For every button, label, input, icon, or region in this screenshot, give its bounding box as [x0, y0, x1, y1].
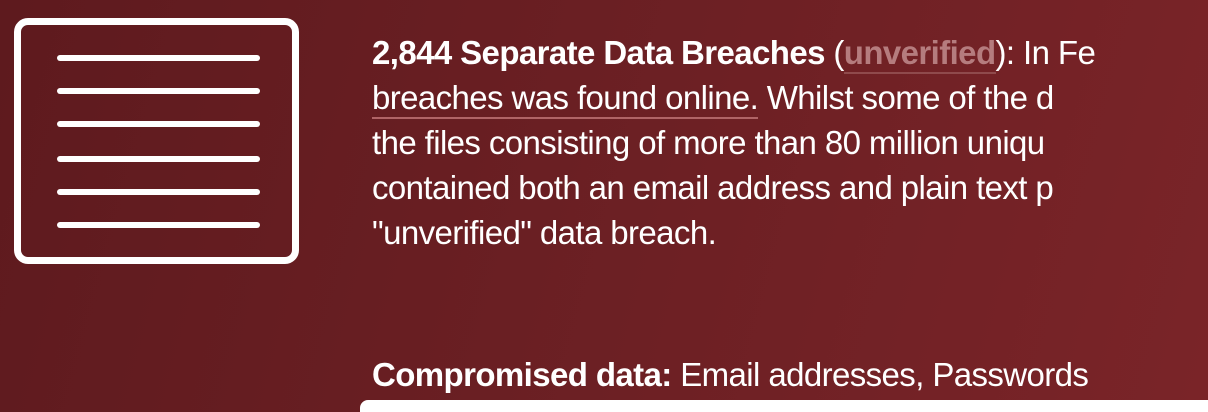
description-line-4: contained both an email address and plai… [372, 169, 1054, 206]
description-line-5: "unverified" data breach. [372, 214, 717, 251]
description-line-1: 2,844 Separate Data Breaches (unverified… [372, 30, 1208, 75]
bottom-panel-edge [360, 400, 1208, 412]
compromised-data: Compromised data: Email addresses, Passw… [372, 352, 1089, 397]
description-line-3: the files consisting of more than 80 mil… [372, 124, 1045, 161]
paren-open: ( [824, 34, 844, 71]
document-lines-icon [14, 18, 299, 264]
compromised-data-value: Email addresses, Passwords [671, 356, 1089, 393]
description-line-1-rest: ): In Fe [995, 34, 1096, 71]
breach-description: 2,844 Separate Data Breaches (unverified… [372, 30, 1208, 255]
found-online-link[interactable]: breaches was found online. [372, 79, 759, 119]
breach-title: 2,844 Separate Data Breaches [372, 34, 825, 71]
description-line-2-rest: Whilst some of the d [758, 79, 1055, 116]
unverified-link[interactable]: unverified [843, 34, 996, 74]
description-line-2: breaches was found online. Whilst some o… [372, 75, 1208, 120]
compromised-data-label: Compromised data: [372, 356, 672, 393]
